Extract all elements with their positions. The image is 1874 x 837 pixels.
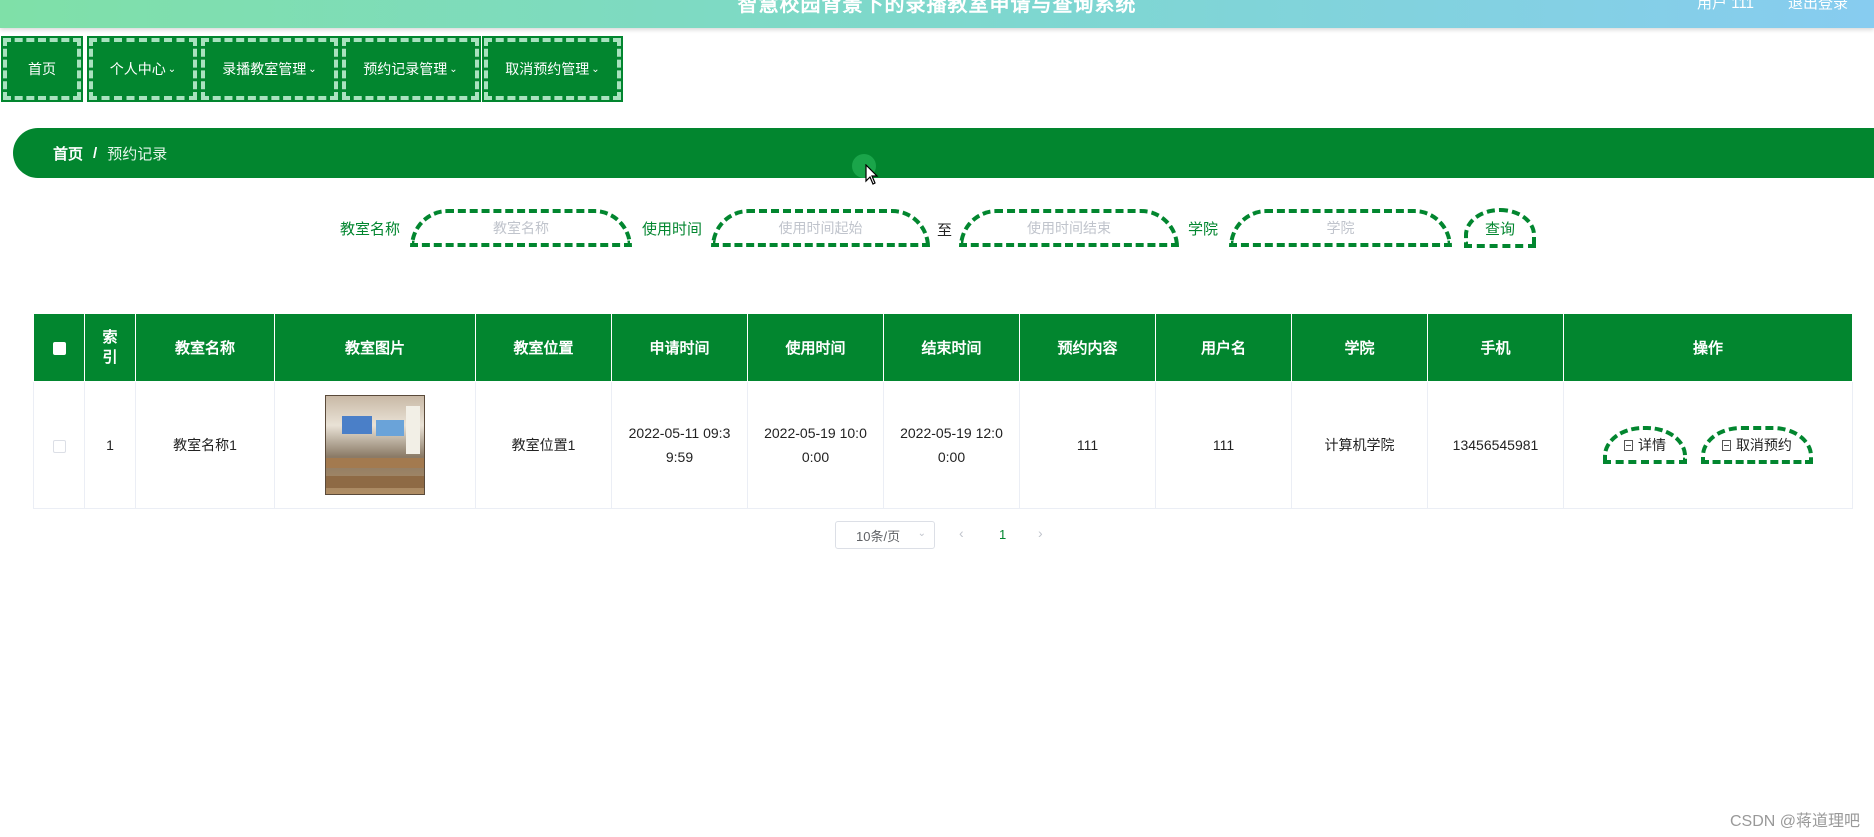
header-room-name: 教室名称	[135, 313, 275, 382]
cell-college: 计算机学院	[1291, 381, 1428, 509]
cell-content: 111	[1019, 381, 1156, 509]
document-icon	[1624, 439, 1634, 451]
chevron-down-icon: ⌄	[917, 528, 926, 539]
header-room-image: 教室图片	[274, 313, 476, 382]
chevron-down-icon: ⌄	[308, 63, 317, 75]
cell-use-time: 2022-05-19 10:00:00	[747, 381, 884, 509]
cell-room-location: 教室位置1	[475, 381, 612, 509]
cell-phone: 13456545981	[1427, 381, 1564, 509]
chevron-down-icon: ⌄	[167, 63, 177, 75]
header-phone: 手机	[1427, 313, 1564, 382]
cancel-booking-button[interactable]: 取消预约	[1700, 426, 1813, 464]
cell-index: 1	[84, 381, 136, 509]
current-user: 用户 111	[1697, 0, 1754, 12]
header-use-time: 使用时间	[747, 313, 884, 382]
room-name-label: 教室名称	[340, 221, 401, 238]
menu-item-label: 首页	[28, 61, 56, 77]
college-input[interactable]	[1229, 209, 1452, 247]
menu-item-personal-center[interactable]: 个人中心 ⌄	[87, 36, 199, 102]
menu-item-label: 取消预约管理	[505, 61, 590, 77]
menu-item-label: 录播教室管理	[222, 61, 307, 77]
cell-room-image	[274, 381, 476, 509]
chevron-down-icon: ⌄	[591, 63, 600, 75]
breadcrumb-separator: /	[93, 144, 98, 162]
row-checkbox[interactable]	[52, 439, 66, 453]
menu-item-cancel-management[interactable]: 取消预约管理 ⌄	[482, 36, 623, 102]
table-header-row: 索引 教室名称 教室图片 教室位置 申请时间 使用时间 结束时间 预约内容 用户…	[33, 313, 1853, 382]
cell-username: 111	[1155, 381, 1292, 509]
classroom-thumbnail[interactable]	[325, 395, 425, 495]
use-time-end-input[interactable]	[959, 209, 1179, 247]
menu-item-booking-management[interactable]: 预约记录管理 ⌄	[340, 36, 481, 102]
cancel-booking-label: 取消预约	[1735, 437, 1792, 453]
select-all-checkbox[interactable]	[52, 341, 66, 355]
mouse-cursor-icon	[865, 164, 879, 185]
page-number-current[interactable]: 1	[999, 527, 1006, 542]
room-name-input[interactable]	[410, 209, 632, 247]
page-size-value: 10条/页	[856, 528, 901, 544]
chevron-down-icon: ⌄	[449, 63, 458, 75]
menu-item-label: 个人中心	[109, 61, 166, 77]
breadcrumb: 首页 / 预约记录	[13, 128, 1874, 178]
menu-item-home[interactable]: 首页	[1, 36, 83, 102]
query-button[interactable]: 查询	[1464, 208, 1536, 248]
use-time-label: 使用时间	[642, 221, 703, 238]
booking-table: 索引 教室名称 教室图片 教室位置 申请时间 使用时间 结束时间 预约内容 用户…	[33, 313, 1853, 509]
date-range-separator: 至	[937, 222, 953, 239]
select-all-header	[33, 313, 85, 382]
breadcrumb-home[interactable]: 首页	[53, 143, 83, 164]
header-college: 学院	[1291, 313, 1428, 382]
detail-button-label: 详情	[1638, 437, 1667, 453]
cell-end-time: 2022-05-19 12:00:00	[883, 381, 1020, 509]
header-apply-time: 申请时间	[611, 313, 748, 382]
header-index: 索引	[84, 313, 136, 382]
header-end-time: 结束时间	[883, 313, 1020, 382]
app-title: 智慧校园背景下的录播教室申请与查询系统	[737, 0, 1137, 16]
college-label: 学院	[1188, 221, 1219, 238]
detail-button[interactable]: 详情	[1603, 426, 1688, 464]
page-size-select[interactable]: 10条/页 ⌄	[835, 521, 935, 549]
use-time-start-input[interactable]	[711, 209, 930, 247]
header-username: 用户名	[1155, 313, 1292, 382]
top-header: 智慧校园背景下的录播教室申请与查询系统 用户 111 退出登录	[0, 0, 1874, 28]
breadcrumb-current: 预约记录	[107, 145, 168, 163]
cell-actions: 详情 取消预约	[1563, 381, 1853, 509]
header-content: 预约内容	[1019, 313, 1156, 382]
cell-room-name: 教室名称1	[135, 381, 275, 509]
header-room-location: 教室位置	[475, 313, 612, 382]
watermark: CSDN @蒋道理吧	[1729, 813, 1860, 830]
document-icon	[1721, 439, 1731, 451]
row-select-cell	[33, 381, 85, 509]
table-row: 1 教室名称1 教室位置1 2022-05-11 09:39:59 2022-0…	[33, 381, 1853, 509]
chevron-right-icon[interactable]: ›	[1038, 525, 1043, 541]
logout-link[interactable]: 退出登录	[1788, 0, 1848, 13]
menu-item-room-management[interactable]: 录播教室管理 ⌄	[199, 36, 340, 102]
menu-item-label: 预约记录管理	[363, 61, 448, 77]
cell-apply-time: 2022-05-11 09:39:59	[611, 381, 748, 509]
chevron-left-icon[interactable]: ‹	[959, 525, 964, 541]
header-actions: 操作	[1563, 313, 1853, 382]
